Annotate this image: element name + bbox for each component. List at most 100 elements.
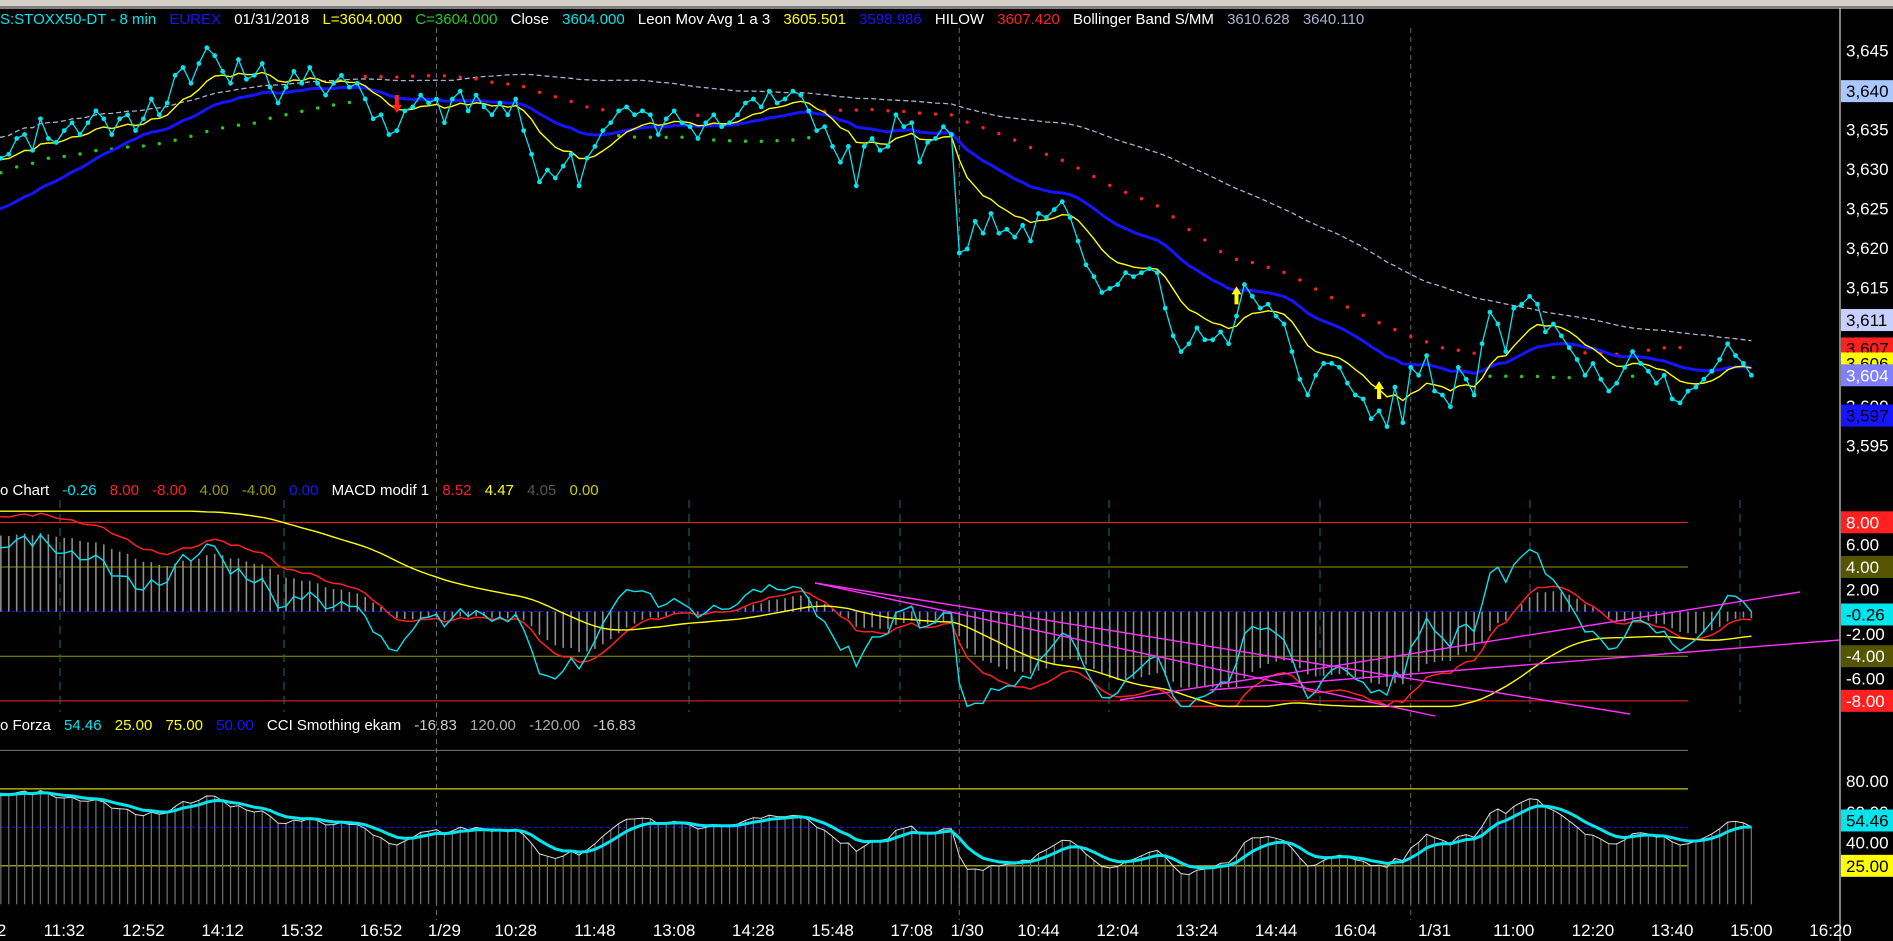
hilow-dot-178 [1393, 327, 1397, 332]
x-tick-2: 12:52 [122, 921, 165, 940]
price-point-12 [77, 132, 83, 137]
price-point-7 [38, 116, 43, 122]
price-point-120 [933, 136, 938, 141]
hilow-dot-50 [379, 75, 383, 79]
hilow-dot-70 [537, 90, 542, 94]
price-point-177 [1384, 424, 1390, 429]
price-point-26 [188, 80, 194, 86]
price-point-147 [1146, 266, 1152, 272]
price-point-167 [1305, 392, 1311, 398]
chart-canvas: 3,6453,6353,6303,6253,6203,6153,6003,595… [0, 7, 1893, 941]
price-point-165 [1289, 349, 1295, 355]
price-point-192 [1503, 349, 1509, 355]
hilow-dot-58 [442, 74, 447, 78]
price-tick-0: 3,645 [1846, 42, 1889, 61]
price-point-135 [1051, 207, 1057, 212]
price-point-89 [687, 124, 693, 130]
price-point-88 [679, 120, 685, 126]
price-point-101 [782, 96, 788, 102]
hilow-dot-62 [474, 77, 478, 81]
price-point-5 [22, 132, 28, 137]
price-point-8 [45, 136, 51, 141]
price-point-212 [1661, 372, 1667, 378]
price-point-107 [830, 143, 835, 149]
price-point-112 [869, 136, 875, 141]
hilow-dot-174 [1361, 313, 1365, 317]
price-point-150 [1170, 333, 1176, 339]
hilow-dot-14 [94, 148, 98, 153]
hilow-dot-108 [838, 108, 843, 113]
trendline-1 [814, 582, 1631, 715]
price-point-124 [964, 246, 970, 252]
hilow-dot-54 [411, 74, 415, 78]
buy-arrow-icon-2 [1374, 381, 1385, 400]
price-point-194 [1519, 301, 1525, 307]
hilow-dot-180 [1409, 334, 1413, 339]
price-point-129 [1004, 226, 1010, 232]
price-point-126 [980, 230, 986, 236]
price-point-162 [1265, 301, 1271, 307]
price-point-10 [61, 128, 67, 134]
price-point-33 [243, 76, 249, 82]
price-point-108 [838, 159, 843, 165]
hilow-dot-24 [173, 138, 177, 142]
price-tick-7: 3,595 [1846, 436, 1889, 455]
hilow-dot-176 [1377, 321, 1381, 325]
price-point-100 [774, 100, 780, 106]
price-point-156 [1218, 329, 1224, 335]
price-point-154 [1202, 337, 1208, 343]
hilow-dot-104 [807, 136, 811, 140]
cci-tick-0: 80.00 [1846, 772, 1889, 791]
hilow-dot-152 [1187, 227, 1191, 232]
hilow-dot-130 [1013, 138, 1017, 142]
price-point-78 [600, 128, 606, 134]
hilow-dot-170 [1329, 295, 1334, 300]
price-point-130 [1012, 234, 1018, 240]
price-point-138 [1075, 238, 1081, 244]
price-point-174 [1360, 396, 1366, 402]
price-point-6 [30, 147, 35, 153]
price-point-90 [695, 136, 701, 141]
hilow-dot-132 [1028, 145, 1033, 150]
x-tick-16: 13:24 [1176, 921, 1219, 940]
price-point-15 [101, 116, 107, 122]
price-point-221 [1733, 353, 1738, 358]
price-point-77 [592, 143, 598, 149]
x-tick-24: 16:20 [1809, 921, 1852, 940]
hilow-dot-102 [791, 138, 795, 142]
price-point-178 [1392, 384, 1398, 390]
price-point-119 [925, 140, 930, 145]
macd-tick-5: -2.00 [1846, 625, 1885, 644]
price-point-48 [362, 96, 368, 102]
price-point-193 [1511, 305, 1517, 311]
price-point-121 [941, 124, 946, 130]
price-point-118 [917, 159, 923, 165]
price-point-75 [576, 183, 582, 189]
hilow-dot-158 [1234, 257, 1239, 262]
price-point-152 [1186, 341, 1192, 347]
price-point-186 [1455, 364, 1461, 370]
x-tick-14: 10:44 [1017, 921, 1060, 940]
price-point-182 [1424, 353, 1430, 358]
price-point-82 [632, 112, 637, 118]
price-point-98 [758, 104, 764, 110]
price-point-151 [1178, 349, 1184, 355]
price-point-32 [236, 57, 241, 62]
price-point-11 [69, 120, 75, 126]
price-point-43 [323, 92, 328, 98]
hilow-dot-46 [347, 100, 352, 105]
price-point-140 [1091, 274, 1097, 280]
x-tick-23: 15:00 [1730, 921, 1773, 940]
hilow-dot-150 [1171, 215, 1175, 219]
trendline-3 [1119, 591, 1801, 701]
price-point-49 [370, 116, 376, 122]
hilow-dot-184 [1440, 346, 1445, 350]
x-tick-6: 1/29 [428, 921, 461, 940]
price-point-46 [346, 84, 352, 90]
price-point-213 [1669, 396, 1675, 402]
price-point-163 [1273, 313, 1279, 319]
x-tick-11: 15:48 [811, 921, 854, 940]
macd-tick-3: 2.00 [1846, 580, 1879, 599]
hilow-dot-22 [157, 141, 161, 146]
price-point-99 [766, 88, 772, 94]
